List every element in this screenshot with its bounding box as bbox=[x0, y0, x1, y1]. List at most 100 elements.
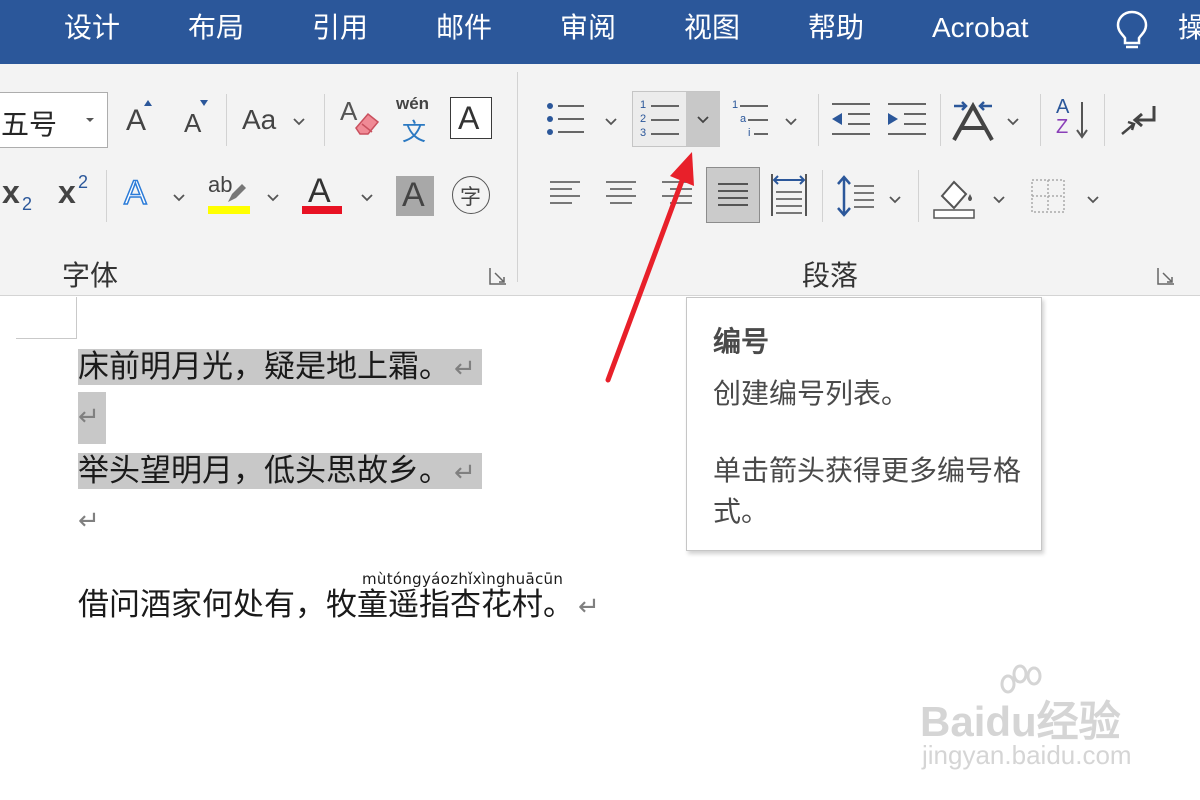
grow-arrow-icon bbox=[144, 100, 152, 106]
tab-help[interactable]: 帮助 bbox=[808, 8, 864, 48]
font-color-swatch bbox=[302, 206, 342, 214]
separator bbox=[822, 170, 823, 222]
justify-button[interactable] bbox=[706, 167, 760, 223]
poem-line-1[interactable]: 床前明月光，疑是地上霜。 ↵ bbox=[78, 342, 482, 392]
separator bbox=[106, 170, 107, 222]
tab-view[interactable]: 视图 bbox=[684, 8, 740, 48]
sort-down-arrow-icon bbox=[1076, 102, 1088, 139]
highlight-color-swatch bbox=[208, 206, 250, 214]
character-shading-icon: A bbox=[402, 176, 425, 214]
poem-line-2[interactable]: 举头望明月，低头思故乡。 ↵ bbox=[78, 446, 482, 496]
tooltip-title: 编号 bbox=[713, 325, 770, 358]
character-border-button[interactable]: A bbox=[450, 97, 492, 139]
menu-tab-bar: 设计 布局 引用 邮件 审阅 视图 帮助 Acrobat 操 bbox=[0, 0, 1200, 64]
paragraph-mark: ↵ bbox=[78, 402, 100, 432]
change-case-button[interactable]: Aa bbox=[238, 98, 314, 142]
superscript-icon: x bbox=[58, 174, 76, 210]
align-left-icon[interactable] bbox=[548, 178, 582, 210]
tab-layout[interactable]: 布局 bbox=[188, 8, 244, 48]
clear-formatting-button[interactable]: A bbox=[340, 94, 384, 142]
text-effects-icon: A bbox=[123, 173, 147, 213]
grow-font-button[interactable]: A bbox=[122, 98, 158, 142]
tooltip-hint: 单击箭头获得更多编号格式。 bbox=[713, 454, 1022, 528]
multilevel-mark-a: a bbox=[740, 113, 747, 125]
sort-button[interactable]: A Z bbox=[1054, 96, 1094, 146]
selected-text: 举头望明月，低头思故乡。 ↵ bbox=[78, 453, 482, 489]
subscript-button[interactable]: x 2 bbox=[0, 172, 40, 216]
show-hide-marks-icon[interactable] bbox=[1118, 100, 1160, 140]
superscript-button[interactable]: x 2 bbox=[56, 172, 96, 216]
chevron-down-icon bbox=[889, 196, 901, 204]
highlighter-pen-icon bbox=[228, 184, 246, 202]
paragraph-mark: ↵ bbox=[78, 506, 100, 536]
shrink-arrow-icon bbox=[200, 100, 208, 106]
numbering-digit-3: 3 bbox=[640, 127, 647, 139]
chevron-down-icon bbox=[361, 194, 373, 202]
sort-z-letter: Z bbox=[1056, 116, 1069, 138]
subscript-icon: x bbox=[2, 174, 20, 210]
shrink-font-icon: A bbox=[184, 108, 202, 138]
distributed-align-icon[interactable] bbox=[770, 172, 808, 218]
chevron-down-icon bbox=[1007, 118, 1019, 126]
chevron-down-icon bbox=[267, 194, 279, 202]
tab-review[interactable]: 审阅 bbox=[560, 8, 616, 48]
enclose-char-icon: 字 bbox=[460, 185, 481, 209]
character-shading-button[interactable]: A bbox=[396, 176, 434, 216]
enclose-characters-button[interactable]: 字 bbox=[452, 176, 490, 214]
tab-design[interactable]: 设计 bbox=[64, 8, 120, 48]
font-dialog-launcher-icon[interactable] bbox=[488, 266, 508, 286]
numbering-tooltip: 编号 创建编号列表。 单击箭头获得更多编号格式。 bbox=[686, 297, 1042, 551]
phonetic-char-icon: 文 bbox=[402, 118, 426, 146]
phonetic-pinyin-text: wén bbox=[396, 94, 430, 113]
chevron-down-icon bbox=[605, 118, 617, 126]
numbering-dropdown-arrow[interactable] bbox=[686, 92, 720, 146]
subscript-digit: 2 bbox=[22, 194, 33, 214]
tab-mailings[interactable]: 邮件 bbox=[436, 8, 492, 48]
chinese-layout-icon bbox=[952, 101, 994, 141]
font-color-button[interactable]: A bbox=[300, 172, 380, 222]
tab-references[interactable]: 引用 bbox=[312, 8, 368, 48]
decrease-indent-icon[interactable] bbox=[830, 100, 872, 140]
tab-acrobat[interactable]: Acrobat bbox=[932, 8, 1029, 48]
font-size-dropdown-icon[interactable] bbox=[81, 111, 99, 129]
line-spacing-button[interactable] bbox=[834, 172, 908, 222]
numbering-digit-2: 2 bbox=[640, 113, 647, 125]
tell-me-lightbulb-icon[interactable] bbox=[1112, 8, 1152, 52]
paint-bucket-icon bbox=[933, 180, 975, 219]
group-separator bbox=[517, 72, 518, 282]
chevron-down-icon bbox=[1087, 196, 1099, 204]
chinese-layout-button[interactable] bbox=[950, 94, 1030, 148]
superscript-digit: 2 bbox=[78, 172, 89, 192]
multilevel-list-button[interactable]: 1 a i bbox=[730, 94, 806, 148]
selected-text: 床前明月光，疑是地上霜。 ↵ bbox=[78, 349, 482, 385]
font-group-label: 字体 bbox=[62, 259, 119, 292]
chevron-down-icon bbox=[785, 118, 797, 126]
paragraph-mark: ↵ bbox=[454, 354, 476, 384]
text-effects-button[interactable]: A bbox=[122, 172, 194, 218]
borders-button[interactable] bbox=[1028, 174, 1112, 222]
separator bbox=[226, 94, 227, 146]
chevron-down-icon bbox=[697, 116, 709, 124]
text-highlight-button[interactable]: ab bbox=[206, 172, 286, 222]
shading-button[interactable] bbox=[932, 172, 1012, 222]
chevron-down-icon bbox=[293, 118, 305, 126]
margin-crop-mark bbox=[76, 297, 77, 339]
tab-operate-partial[interactable]: 操 bbox=[1178, 8, 1200, 48]
font-size-combobox[interactable]: 五号 bbox=[0, 92, 108, 148]
justify-icon bbox=[718, 183, 748, 206]
bullets-icon bbox=[547, 103, 584, 135]
increase-indent-icon[interactable] bbox=[886, 100, 928, 140]
multilevel-mark-i: i bbox=[748, 127, 751, 139]
phonetic-guide-button[interactable]: wén 文 bbox=[396, 94, 436, 146]
red-annotation-arrow bbox=[605, 152, 694, 383]
paragraph-dialog-launcher-icon[interactable] bbox=[1156, 266, 1176, 286]
character-border-icon: A bbox=[458, 100, 480, 136]
separator bbox=[1040, 94, 1041, 146]
line-spacing-icon bbox=[837, 175, 874, 217]
line-text: 借问酒家何处有，牧童遥指杏花村。 bbox=[78, 587, 574, 623]
paragraph-group-label: 段落 bbox=[802, 259, 859, 292]
numbering-digit-1: 1 bbox=[640, 99, 647, 111]
shrink-font-button[interactable]: A bbox=[180, 98, 216, 142]
chevron-down-icon bbox=[173, 194, 185, 202]
poem-line-3[interactable]: 借问酒家何处有，牧童遥指杏花村。 ↵ bbox=[78, 580, 600, 630]
